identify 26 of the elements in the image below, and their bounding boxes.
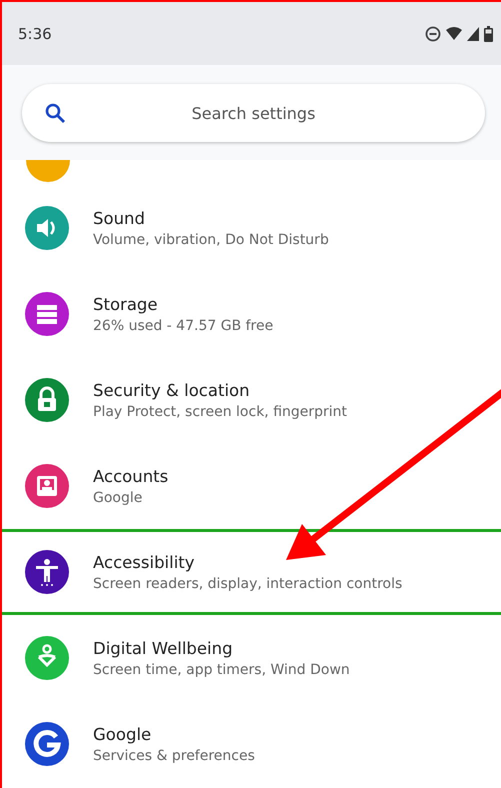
item-subtitle: Volume, vibration, Do Not Disturb [93, 232, 329, 248]
item-title: Google [93, 724, 152, 744]
search-field[interactable]: Search settings [22, 84, 485, 142]
battery-icon [484, 26, 493, 42]
wifi-icon [446, 26, 462, 40]
item-title: Accessibility [93, 552, 196, 572]
settings-item[interactable]: Security & location Play Protect, screen lock, fingerprint [2, 357, 501, 443]
settings-item[interactable]: Storage 26% used - 47.57 GB free [2, 271, 501, 357]
item-subtitle: Screen readers, display, interaction controls [93, 576, 402, 592]
item-subtitle: 26% used - 47.57 GB free [93, 318, 274, 334]
item-title: Sound [93, 208, 146, 228]
item-subtitle: Play Protect, screen lock, fingerprint [93, 404, 348, 420]
item-title: Accounts [93, 466, 168, 486]
item-title: Security & location [93, 380, 251, 400]
settings-item[interactable]: Google Services & preferences [2, 701, 501, 787]
item-subtitle: Google [93, 490, 144, 506]
signal-icon [467, 26, 479, 40]
clock-time: 5:36 [18, 24, 52, 42]
item-title: Digital Wellbeing [93, 638, 234, 658]
settings-item[interactable]: Sound Volume, vibration, Do Not Disturb [2, 185, 501, 271]
item-subtitle: Services & preferences [93, 748, 255, 764]
settings-item[interactable]: Digital Wellbeing Screen time, app timers, Wind Down [2, 615, 501, 701]
item-title: Storage [93, 294, 159, 314]
item-subtitle: Screen time, app timers, Wind Down [93, 662, 350, 678]
do-not-disturb-icon [425, 26, 441, 42]
settings-item[interactable]: Accounts Google [2, 443, 501, 529]
